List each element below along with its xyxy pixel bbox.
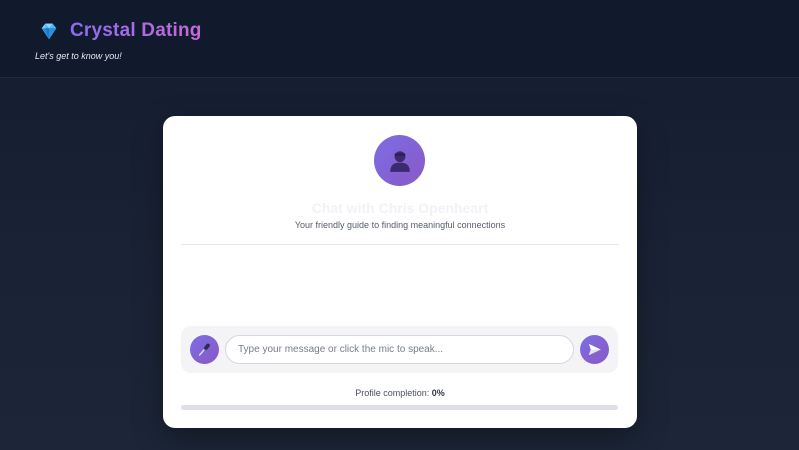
- message-input-bar: [181, 326, 618, 373]
- profile-completion-label: Profile completion: 0%: [163, 388, 637, 398]
- mic-button[interactable]: [190, 335, 219, 364]
- chat-subtitle: Your friendly guide to finding meaningfu…: [294, 220, 506, 230]
- chat-title: Chat with Chris Openheart: [311, 200, 489, 216]
- app-header: Crystal Dating Let's get to know you!: [0, 0, 799, 78]
- profile-completion-text: Profile completion:: [355, 388, 430, 398]
- profile-progress-bar: [181, 405, 618, 410]
- send-icon: [588, 343, 601, 356]
- chat-card: Chat with Chris Openheart Your friendly …: [163, 116, 637, 428]
- brand-name: Crystal Dating: [70, 20, 202, 41]
- assistant-avatar: [374, 135, 425, 186]
- gem-icon: [41, 23, 57, 40]
- brand[interactable]: Crystal Dating: [38, 20, 202, 42]
- profile-completion-value: 0%: [431, 388, 445, 398]
- divider: [181, 244, 619, 245]
- message-list[interactable]: [181, 246, 619, 326]
- message-input[interactable]: [225, 335, 574, 364]
- user-avatar-icon: [389, 150, 410, 172]
- send-button[interactable]: [580, 335, 609, 364]
- microphone-icon: [198, 343, 210, 356]
- tagline: Let's get to know you!: [35, 51, 122, 61]
